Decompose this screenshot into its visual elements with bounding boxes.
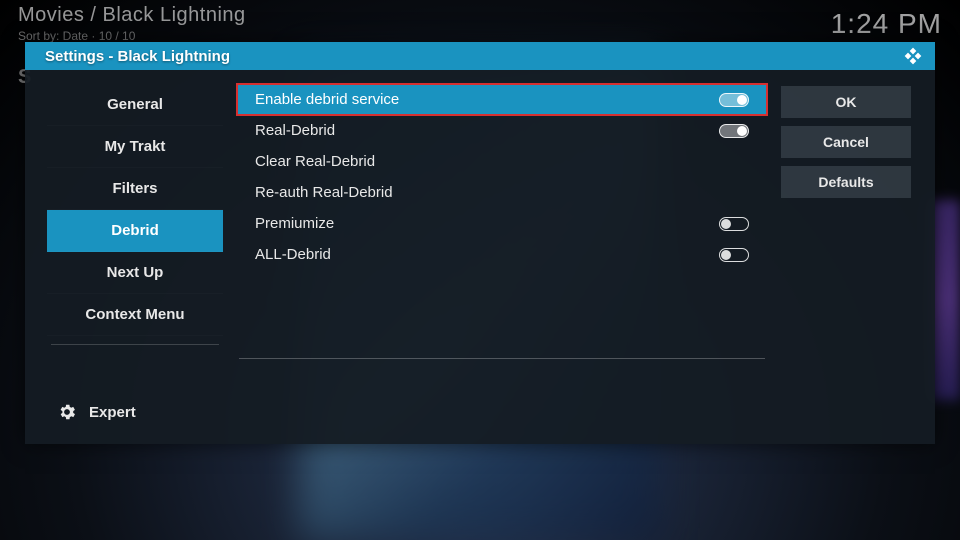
option-label: Enable debrid service [255, 91, 399, 108]
clock: 1:24 PM [831, 4, 942, 40]
defaults-button[interactable]: Defaults [781, 166, 911, 198]
option-label: Re-auth Real-Debrid [255, 184, 393, 201]
option-enable-debrid-service[interactable]: Enable debrid service [237, 84, 767, 115]
settings-dialog: Settings - Black Lightning General My Tr… [25, 42, 935, 444]
sidebar-item-my-trakt[interactable]: My Trakt [47, 126, 223, 168]
breadcrumb: Movies / Black Lightning [18, 4, 246, 27]
button-label: Defaults [818, 174, 873, 190]
sidebar-item-label: My Trakt [105, 138, 166, 155]
toggle-icon [719, 248, 749, 262]
sidebar-divider [51, 344, 219, 345]
button-label: Cancel [823, 134, 869, 150]
sidebar-item-label: General [107, 96, 163, 113]
sidebar-item-filters[interactable]: Filters [47, 168, 223, 210]
sidebar-item-context-menu[interactable]: Context Menu [47, 294, 223, 336]
topbar: Movies / Black Lightning Sort by: Date ·… [0, 0, 960, 43]
gear-icon [57, 402, 77, 422]
option-label: Clear Real-Debrid [255, 153, 375, 170]
toggle-icon [719, 93, 749, 107]
sidebar-item-next-up[interactable]: Next Up [47, 252, 223, 294]
option-label: Premiumize [255, 215, 334, 232]
sidebar-item-label: Debrid [111, 222, 159, 239]
sidebar-item-label: Filters [112, 180, 157, 197]
option-all-debrid[interactable]: ALL-Debrid [237, 239, 767, 270]
dialog-header: Settings - Black Lightning [25, 42, 935, 70]
option-real-debrid[interactable]: Real-Debrid [237, 115, 767, 146]
sidebar-item-label: Context Menu [85, 306, 184, 323]
sidebar-item-label: Next Up [107, 264, 164, 281]
options-panel: Enable debrid service Real-Debrid Clear … [237, 84, 767, 426]
settings-level-button[interactable]: Expert [47, 394, 223, 426]
options-divider [239, 358, 765, 359]
toggle-icon [719, 217, 749, 231]
ok-button[interactable]: OK [781, 86, 911, 118]
action-column: OK Cancel Defaults [781, 84, 911, 426]
option-premiumize[interactable]: Premiumize [237, 208, 767, 239]
button-label: OK [836, 94, 857, 110]
sort-line: Sort by: Date · 10 / 10 [18, 29, 246, 43]
kodi-logo-icon [903, 46, 923, 66]
option-reauth-real-debrid[interactable]: Re-auth Real-Debrid [237, 177, 767, 208]
cancel-button[interactable]: Cancel [781, 126, 911, 158]
sidebar-item-debrid[interactable]: Debrid [47, 210, 223, 252]
category-sidebar: General My Trakt Filters Debrid Next Up … [47, 84, 223, 426]
sidebar-item-general[interactable]: General [47, 84, 223, 126]
option-label: ALL-Debrid [255, 246, 331, 263]
dialog-title: Settings - Black Lightning [45, 48, 230, 65]
toggle-icon [719, 124, 749, 138]
option-label: Real-Debrid [255, 122, 335, 139]
option-clear-real-debrid[interactable]: Clear Real-Debrid [237, 146, 767, 177]
settings-level-label: Expert [89, 404, 136, 421]
